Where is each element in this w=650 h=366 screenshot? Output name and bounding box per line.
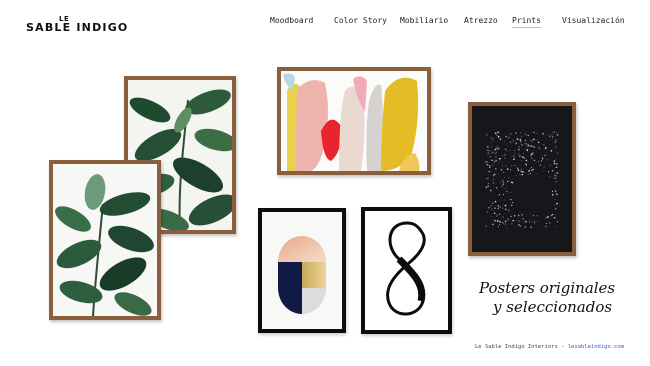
footer-credit: Le Sable Indigo Interiors - lesableindig… — [475, 344, 624, 350]
tagline-line-1: Posters originales — [479, 279, 616, 297]
rubber-plant-print-bottom[interactable] — [49, 160, 161, 320]
nav-item-moodboard[interactable]: Moodboard — [270, 16, 313, 25]
footer-credit-text: Le Sable Indigo Interiors - — [474, 344, 565, 350]
nav-item-atrezzo[interactable]: Atrezzo — [464, 16, 498, 25]
rubber-plant-artwork-bottom — [53, 164, 157, 316]
nav-item-mobiliario[interactable]: Mobiliario — [400, 16, 448, 25]
main-nav: Moodboard Color Story Mobiliario Atrezzo… — [0, 16, 650, 30]
abstract-color-blocks-artwork — [281, 71, 427, 171]
tagline-line-2: y seleccionados — [493, 298, 613, 316]
footer-website-link[interactable]: lesableindigo.com — [568, 344, 624, 350]
starry-square-print[interactable] — [468, 102, 576, 256]
geometric-oval-artwork — [262, 212, 342, 329]
number-eight-artwork — [365, 211, 448, 330]
abstract-color-blocks-print[interactable] — [277, 67, 431, 175]
nav-item-color-story[interactable]: Color Story — [334, 16, 387, 25]
nav-item-prints[interactable]: Prints — [512, 16, 541, 28]
nav-item-visualizacion[interactable]: Visualización — [562, 16, 625, 25]
geometric-oval-print[interactable] — [258, 208, 346, 333]
starry-square-artwork — [472, 106, 572, 252]
number-eight-print[interactable] — [361, 207, 452, 334]
